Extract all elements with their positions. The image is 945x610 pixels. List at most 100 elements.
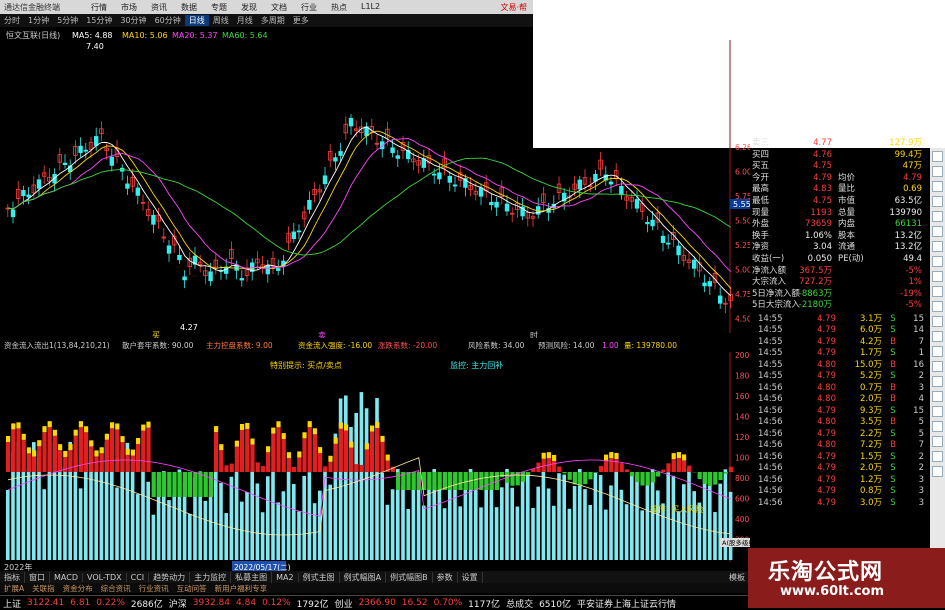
tool-icon[interactable]	[932, 316, 943, 327]
tool-icon[interactable]	[932, 331, 943, 342]
candle-body	[708, 282, 712, 286]
menu-item-8[interactable]: 热点	[324, 2, 354, 13]
menu-item-7[interactable]: 行业	[294, 2, 324, 13]
low-annotation: 4.27	[180, 323, 198, 332]
tick-time: 14:56	[752, 383, 794, 395]
info-tab-1[interactable]: 关联指	[28, 583, 59, 594]
quote-value: 4.75	[792, 196, 832, 208]
indicator-tab-10[interactable]: 例式幅图A	[340, 572, 386, 583]
volume-bar	[614, 469, 618, 560]
tool-icon[interactable]	[932, 361, 943, 372]
indicator-tab-12[interactable]: 参数	[433, 572, 458, 583]
menu-item-3[interactable]: 数据	[174, 2, 204, 13]
tool-icon[interactable]	[932, 196, 943, 207]
menu-item-0[interactable]: 行情	[84, 2, 114, 13]
indicator-tab-0[interactable]: 指标	[0, 572, 25, 583]
menu-item-5[interactable]: 发现	[234, 2, 264, 13]
period-9[interactable]: 多周期	[257, 15, 289, 26]
volume-bar	[557, 473, 561, 560]
period-4[interactable]: 30分钟	[116, 15, 150, 26]
menu-right[interactable]: 文易·帮	[493, 2, 533, 13]
tool-icon[interactable]	[932, 436, 943, 447]
info-tab-4[interactable]: 行业资讯	[135, 583, 173, 594]
menu-item-2[interactable]: 资讯	[144, 2, 174, 13]
menu-item-9[interactable]: L1L2	[354, 2, 387, 13]
tool-icon[interactable]	[932, 376, 943, 387]
tool-icon[interactable]	[932, 211, 943, 222]
tick-price: 4.79	[794, 371, 836, 383]
info-tab-3[interactable]: 综合资讯	[97, 583, 135, 594]
flow-bar	[157, 472, 161, 497]
template-tab[interactable]: 模板	[725, 572, 750, 583]
period-8[interactable]: 月线	[233, 15, 257, 26]
flow-bar	[661, 470, 665, 472]
menu-item-4[interactable]: 专题	[204, 2, 234, 13]
tick-volume: 4.2万	[836, 337, 882, 349]
quote-value: 3.04	[792, 242, 832, 254]
indicator-tab-13[interactable]: 设置	[458, 572, 483, 583]
period-2[interactable]: 5分钟	[53, 15, 82, 26]
brand-url: www.60lt.com	[780, 584, 884, 599]
indicator-tab-4[interactable]: CCI	[127, 573, 150, 582]
menu-item-1[interactable]: 市场	[114, 2, 144, 13]
tool-icon[interactable]	[932, 151, 943, 162]
period-0[interactable]: 分时	[0, 15, 24, 26]
indicator-tab-6[interactable]: 主力监控	[190, 572, 231, 583]
tool-icon[interactable]	[932, 271, 943, 282]
tool-icon[interactable]	[932, 256, 943, 267]
indicator-tab-1[interactable]: 窗口	[25, 572, 50, 583]
tick-time: 14:55	[752, 360, 794, 372]
tool-icon[interactable]	[932, 286, 943, 297]
quote-row: 外盘73659内盘66131	[752, 219, 930, 231]
indicator-tab-3[interactable]: VOL-TDX	[83, 573, 127, 582]
tool-icon[interactable]	[932, 421, 943, 432]
money-flow-indicator[interactable]: 资金流入流出1(13,84,210,21)散户套牢系数: 90.00主力控盘系数…	[0, 340, 750, 573]
tool-icon[interactable]	[932, 301, 943, 312]
indicator-tab-11[interactable]: 例式幅图B	[386, 572, 433, 583]
tool-icon[interactable]	[932, 166, 943, 177]
tool-icon[interactable]	[932, 346, 943, 357]
menu-item-6[interactable]: 文档	[264, 2, 294, 13]
candle-body	[692, 260, 696, 268]
period-10[interactable]: 更多	[289, 15, 313, 26]
tool-icon[interactable]	[932, 406, 943, 417]
indicator-tab-5[interactable]: 趋势动力	[149, 572, 190, 583]
tool-icon[interactable]	[932, 391, 943, 402]
tick-time: 14:56	[752, 486, 794, 498]
flow-bar	[349, 448, 353, 472]
tool-icon[interactable]	[932, 451, 943, 462]
tick-side: S	[882, 314, 904, 326]
info-tab-6[interactable]: 新用户福利专享	[211, 583, 272, 594]
flow-bar	[609, 458, 613, 472]
period-3[interactable]: 15分钟	[82, 15, 116, 26]
tool-icon[interactable]	[932, 226, 943, 237]
volume-bar	[692, 491, 696, 560]
period-6[interactable]: 日线	[185, 15, 209, 26]
period-1[interactable]: 1分钟	[24, 15, 53, 26]
indicator-tab-9[interactable]: 例式主图	[299, 572, 340, 583]
info-tab-0[interactable]: 扩展A	[0, 583, 28, 594]
indicator-tab-7[interactable]: 私募主图	[231, 572, 272, 583]
tool-icon[interactable]	[932, 466, 943, 477]
flow-bar	[370, 432, 374, 472]
period-7[interactable]: 周线	[209, 15, 233, 26]
tool-icon[interactable]	[932, 181, 943, 192]
tick-row: 14:554.791.7万S1	[752, 348, 930, 360]
period-5[interactable]: 60分钟	[151, 15, 185, 26]
indicator-tab-2[interactable]: MACD	[50, 573, 83, 582]
indicator-tab-8[interactable]: MA2	[272, 573, 298, 582]
tool-icon[interactable]	[932, 241, 943, 252]
quote-label: 换手	[752, 231, 792, 243]
candlestick-chart[interactable]: 恒文互联(日线) MA5: 4.88MA10: 5.06MA20: 5.37MA…	[0, 28, 750, 338]
tick-price: 4.80	[794, 383, 836, 395]
info-tab-2[interactable]: 资金分布	[59, 583, 97, 594]
ind-axis-label: 18000	[735, 372, 750, 381]
volume-bar	[42, 489, 46, 560]
volume-bar	[651, 469, 655, 560]
info-tab-5[interactable]: 互动问答	[173, 583, 211, 594]
tick-row: 14:564.791.2万S3	[752, 475, 930, 487]
volume-bar	[640, 510, 644, 560]
tick-row: 14:564.807.2万B7	[752, 440, 930, 452]
ma-label-3: MA60: 5.64	[222, 31, 268, 40]
tick-row: 14:554.796.0万S14	[752, 325, 930, 337]
